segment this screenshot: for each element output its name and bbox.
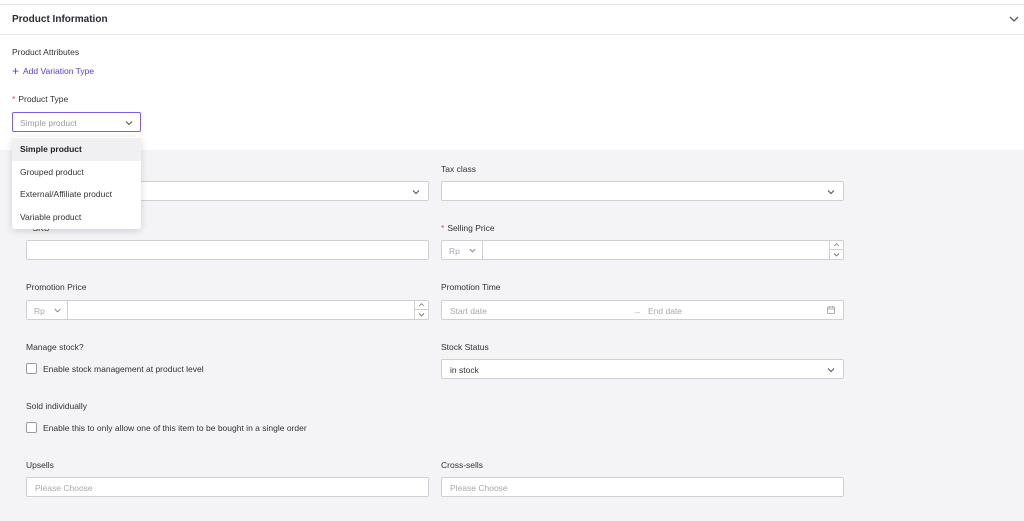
- required-asterisk: *: [441, 223, 445, 233]
- end-date-placeholder[interactable]: End date: [648, 306, 682, 316]
- selling-price-input[interactable]: Rp: [441, 240, 844, 260]
- chevron-down-icon: [827, 368, 835, 373]
- product-fields-panel: [0, 150, 1024, 521]
- product-type-option[interactable]: Variable product: [12, 206, 141, 229]
- price-stepper[interactable]: [414, 301, 428, 319]
- add-variation-label: Add Variation Type: [23, 66, 95, 76]
- stock-status-select[interactable]: in stock: [441, 359, 844, 379]
- upsells-select[interactable]: Please Choose: [26, 477, 429, 497]
- chevron-down-icon: [54, 308, 61, 313]
- sold-individually-checkbox-label[interactable]: Enable this to only allow one of this it…: [43, 423, 307, 433]
- start-date-placeholder[interactable]: Start date: [450, 306, 487, 316]
- tax-class-select[interactable]: [441, 181, 844, 201]
- manage-stock-checkbox[interactable]: [26, 363, 37, 374]
- range-arrow: →: [633, 306, 642, 316]
- chevron-down-icon: [125, 121, 133, 126]
- chevron-down-icon: [469, 248, 476, 253]
- upsells-label: Upsells: [26, 460, 54, 470]
- calendar-icon: [827, 306, 835, 314]
- add-variation-type-button[interactable]: + Add Variation Type: [12, 64, 95, 78]
- manage-stock-checkbox-label[interactable]: Enable stock management at product level: [43, 364, 204, 374]
- chevron-down-icon: [412, 190, 420, 195]
- stock-status-value: in stock: [450, 365, 479, 375]
- stepper-up-icon[interactable]: [830, 241, 843, 250]
- product-type-dropdown: Simple product Grouped product External/…: [12, 137, 141, 229]
- chevron-down-icon: [827, 190, 835, 195]
- sold-individually-label: Sold individually: [26, 401, 87, 411]
- promotion-price-label: Promotion Price: [26, 282, 87, 292]
- product-type-option[interactable]: External/Affiliate product: [12, 183, 141, 206]
- selling-price-label: * Selling Price: [441, 223, 495, 233]
- manage-stock-label: Manage stock?: [26, 342, 84, 352]
- promotion-price-input[interactable]: Rp: [26, 300, 429, 320]
- stock-status-label: Stock Status: [441, 342, 489, 352]
- product-information-header[interactable]: Product Information: [0, 4, 1024, 35]
- cross-sells-select[interactable]: Please Choose: [441, 477, 844, 497]
- price-stepper[interactable]: [829, 241, 843, 259]
- product-type-placeholder: Simple product: [20, 118, 77, 128]
- cross-sells-placeholder: Please Choose: [450, 483, 508, 493]
- currency-select[interactable]: Rp: [442, 241, 483, 259]
- product-attributes-label: Product Attributes: [12, 47, 80, 57]
- currency-value: Rp: [34, 306, 45, 316]
- chevron-down-icon[interactable]: [1008, 13, 1020, 25]
- stepper-up-icon[interactable]: [415, 301, 428, 310]
- cross-sells-label: Cross-sells: [441, 460, 484, 470]
- product-type-label: * Product Type: [12, 94, 69, 104]
- product-type-select[interactable]: Simple product: [12, 112, 141, 132]
- product-type-option[interactable]: Grouped product: [12, 161, 141, 184]
- plus-icon: +: [12, 64, 20, 78]
- stepper-down-icon[interactable]: [415, 310, 428, 319]
- stepper-down-icon[interactable]: [830, 250, 843, 259]
- promotion-time-label: Promotion Time: [441, 282, 501, 292]
- sold-individually-checkbox[interactable]: [26, 422, 37, 433]
- promotion-time-range[interactable]: Start date → End date: [441, 300, 844, 320]
- tax-class-label: Tax class: [441, 164, 476, 174]
- sku-input[interactable]: [26, 240, 429, 260]
- product-type-option[interactable]: Simple product: [12, 138, 141, 161]
- required-asterisk: *: [12, 94, 16, 104]
- currency-select[interactable]: Rp: [27, 301, 68, 319]
- currency-value: Rp: [449, 246, 460, 256]
- upsells-placeholder: Please Choose: [35, 483, 93, 493]
- card-title: Product Information: [12, 14, 108, 25]
